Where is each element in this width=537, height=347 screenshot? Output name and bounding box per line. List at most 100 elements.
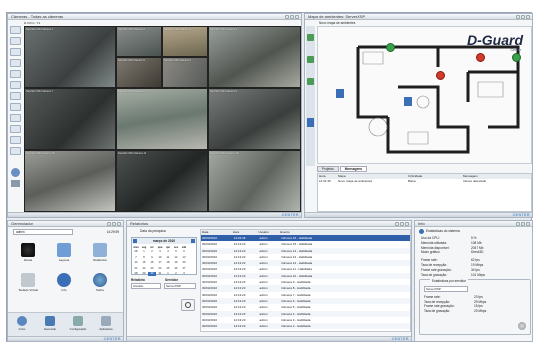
- camera-tile[interactable]: Servidor 001 Câmera 8: [116, 88, 208, 150]
- search-icon: [185, 302, 191, 308]
- bottom-label: Gerenciar: [43, 327, 57, 331]
- info-panel-controls[interactable]: [516, 222, 530, 226]
- calendar-day[interactable]: 30: [148, 272, 156, 276]
- server-stats-box: Estatísticas por servidor ServerXSP Fram…: [419, 279, 531, 335]
- layout-2x2-button[interactable]: [10, 37, 21, 45]
- camera-tile[interactable]: Servidor 001 Câmera 6: [162, 57, 208, 88]
- layout-custom-button[interactable]: [10, 147, 21, 155]
- layouts-icon[interactable]: [57, 243, 71, 257]
- manager-label: Layouts: [58, 258, 70, 262]
- camera-tile[interactable]: Servidor 001 Câmera 2: [116, 26, 162, 57]
- server-stats-list: Frame rate: 23 fps Taxa de recepção: 29 Mbp…: [424, 295, 514, 316]
- home-icon[interactable]: [17, 316, 27, 326]
- layout-1x1-button[interactable]: [10, 26, 21, 34]
- calendar-day[interactable]: 31: [156, 272, 164, 276]
- report-log-table: Data Hora Usuário Evento 30/03/2010 14:23…: [200, 229, 411, 332]
- stats-subtitle: Estatísticas do sistema: [426, 229, 460, 233]
- camera-tile[interactable]: Servidor 001 Câmera 11: [116, 150, 208, 212]
- message-row[interactable]: 14:31:35 Novo mapa de ambientes Baixa In…: [318, 179, 531, 184]
- layout-3p4-button[interactable]: [10, 114, 21, 122]
- report-log-row[interactable]: 30/03/2010 14:13:23 admin Câmera 2 - Habili…: [201, 323, 410, 330]
- sensor-add-icon[interactable]: [307, 78, 314, 85]
- camera-label: Servidor 001 Câmera 1: [26, 28, 53, 31]
- user-field[interactable]: admin: [13, 229, 73, 235]
- globe-icon[interactable]: [93, 273, 107, 287]
- server-select[interactable]: ServerXSP: [164, 283, 196, 289]
- tab-messages[interactable]: Mensagens: [339, 166, 368, 172]
- stat-label: Taxa de gravação:: [424, 308, 451, 313]
- zone-icon[interactable]: [307, 34, 314, 41]
- reports-icon[interactable]: [93, 243, 107, 257]
- layout-5x5-button[interactable]: [10, 125, 21, 133]
- camera-tile[interactable]: Servidor 001 Câmera 12: [208, 150, 301, 212]
- sensor-icon[interactable]: [21, 243, 35, 257]
- cell-mapa: Novo mapa de ambientes: [338, 179, 373, 183]
- reports-panel: Relatórios Data da pesquisa março de 201…: [126, 220, 412, 342]
- calendar[interactable]: março de 2010 dom seg ter qua qui sex sáb 28 1 2…: [131, 237, 197, 276]
- camera-label: Servidor 001 Câmera 11: [118, 152, 147, 155]
- layout-1p5-button[interactable]: [10, 70, 21, 78]
- reports-panel-controls[interactable]: [395, 222, 409, 226]
- manager-panel: Gerenciador admin 14:29:59 Zonas Layouts…: [7, 220, 124, 342]
- layout-1p7-button[interactable]: [10, 81, 21, 89]
- report-type-select[interactable]: Usuário: [131, 283, 161, 289]
- camera-tile[interactable]: Servidor 001 Câmera 7: [24, 88, 116, 150]
- sensor-alarm-marker[interactable]: [476, 53, 485, 62]
- floor-plan[interactable]: D-Guard Center: [317, 26, 532, 164]
- sensor-ok-marker[interactable]: [386, 43, 395, 52]
- calendar-day[interactable]: 1: [164, 272, 172, 276]
- map-logo-sub: Center: [510, 48, 521, 52]
- layout-2p8-button[interactable]: [10, 103, 21, 111]
- brand-logo: CENTER: [281, 213, 299, 217]
- camera-tile[interactable]: Servidor 001 Câmera 9: [208, 88, 301, 150]
- layout-1p12-button[interactable]: [10, 92, 21, 100]
- map-panel-controls[interactable]: [516, 15, 530, 19]
- camera-tile[interactable]: Servidor 001 Câmera 3: [162, 26, 208, 57]
- map-panel: Mapa de ambientes: ServerXSP Novo mapa d…: [304, 13, 533, 218]
- calendar-day[interactable]: 28: [132, 272, 140, 276]
- camera-tile[interactable]: Servidor 001 Câmera 5: [116, 57, 162, 88]
- settings-icon[interactable]: [11, 168, 20, 177]
- screen-icon[interactable]: [11, 180, 20, 187]
- camera-add-icon[interactable]: [307, 56, 314, 63]
- server-label: Servidor: [165, 278, 178, 282]
- tab-projects[interactable]: Projetos: [317, 166, 339, 172]
- layout-6x6-button[interactable]: [10, 136, 21, 144]
- cameras-panel-controls[interactable]: [285, 15, 299, 19]
- manage-icon[interactable]: [45, 316, 55, 326]
- apps-icon[interactable]: [101, 316, 111, 326]
- bottom-label: Configuração: [69, 327, 87, 331]
- server-stats-select[interactable]: ServerXSP: [424, 286, 468, 292]
- info-icon[interactable]: [57, 273, 71, 287]
- stats-list: Uso da CPU: 5 % Memória utilizada: 108 Mb Me…: [421, 236, 531, 277]
- keyboard-icon[interactable]: [21, 273, 35, 287]
- calendar-day[interactable]: 2: [172, 272, 180, 276]
- reports-footer: CENTER: [127, 336, 411, 341]
- stat-label: Modo gráfico:: [421, 250, 441, 255]
- prev-month-button[interactable]: [133, 239, 137, 243]
- camera-label: Servidor 001 Câmera 5: [118, 59, 145, 62]
- calendar-day[interactable]: 3: [180, 272, 188, 276]
- sensor-alarm-marker[interactable]: [436, 71, 445, 80]
- manager-title-text: Gerenciador: [11, 221, 34, 226]
- layout-3x3-button[interactable]: [10, 48, 21, 56]
- camera-label: Servidor 001 Câmera 12: [210, 152, 239, 155]
- config-icon[interactable]: [73, 316, 83, 326]
- arrow-right-icon[interactable]: [307, 118, 314, 127]
- camera-tile[interactable]: Servidor 001 Câmera 1: [24, 26, 116, 88]
- next-month-button[interactable]: [191, 239, 195, 243]
- sensor-ok-marker[interactable]: [512, 53, 521, 62]
- calendar-day[interactable]: 29: [140, 272, 148, 276]
- camera-tile[interactable]: Servidor 001 Câmera 10: [24, 150, 116, 212]
- refresh-icon[interactable]: [518, 322, 526, 330]
- camera-tile[interactable]: Servidor 001 Câmera 4: [208, 26, 301, 88]
- brand-logo: CENTER: [103, 337, 121, 341]
- camera-label: Servidor 001 Câmera 3: [164, 28, 191, 31]
- map-title-text: Mapa de ambientes: ServerXSP: [308, 14, 366, 19]
- camera-label: Servidor 001 Câmera 8: [118, 90, 145, 93]
- reports-panel-title: Relatórios: [127, 221, 411, 227]
- layout-4x4-button[interactable]: [10, 59, 21, 67]
- map-panel-title: Mapa de ambientes: ServerXSP: [305, 14, 532, 20]
- manager-panel-controls[interactable]: [107, 222, 121, 226]
- search-button[interactable]: [181, 299, 195, 311]
